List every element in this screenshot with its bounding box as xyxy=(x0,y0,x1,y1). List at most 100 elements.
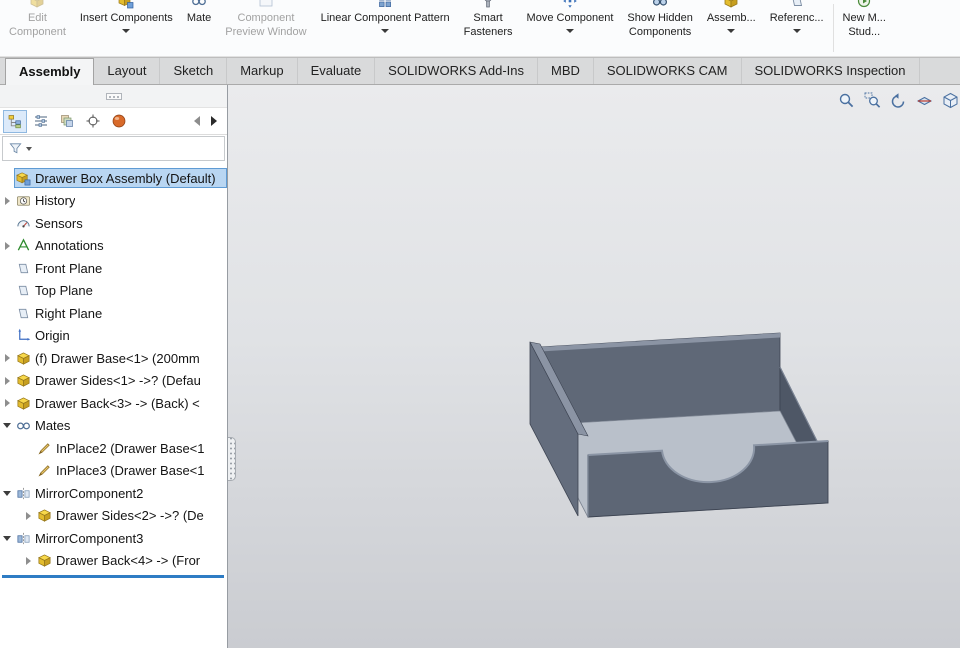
previous-view-icon[interactable] xyxy=(890,92,907,109)
tab-sketch[interactable]: Sketch xyxy=(160,58,228,84)
tree-item-right-plane[interactable]: Right Plane xyxy=(0,302,227,325)
tree-item-drawer-base-1[interactable]: (f) Drawer Base<1> (200mm xyxy=(0,347,227,370)
toolbar-button-label: Stud... xyxy=(848,26,881,38)
tree-item-label: Drawer Sides<2> ->? (De xyxy=(56,508,204,524)
panel-collapse-handle[interactable] xyxy=(228,437,236,481)
tab-configurationmanager[interactable] xyxy=(55,110,79,133)
toolbar-button-show-hidden-components[interactable]: Show Hidden Components xyxy=(620,0,699,56)
toolbar-button-smart-fasteners[interactable]: Smart Fasteners xyxy=(457,0,520,56)
part-icon xyxy=(16,373,32,388)
tree-item-sensors[interactable]: Sensors xyxy=(0,212,227,235)
expand-collapsed-icon[interactable] xyxy=(4,376,10,385)
reference-geometry-icon xyxy=(789,0,805,9)
command-manager-toolbar: Edit Component Insert Components Mate Co… xyxy=(0,0,960,57)
toolbar-button-label: Fasteners xyxy=(463,26,513,38)
toolbar-button-label: Component xyxy=(9,26,66,38)
toolbar-button-label: Smart xyxy=(473,12,503,24)
model-drawer-box[interactable] xyxy=(228,85,959,648)
toolbar-button-move-component[interactable]: Move Component xyxy=(520,0,621,56)
section-view-icon[interactable] xyxy=(916,92,933,109)
toolbar-button-label: Mate xyxy=(186,12,212,24)
expand-collapsed-icon[interactable] xyxy=(25,511,31,520)
toolbar-button-reference-geometry[interactable]: Referenc... xyxy=(763,0,831,56)
toolbar-button-mate[interactable]: Mate xyxy=(180,0,218,56)
tree-item-drawer-box-assembly[interactable]: Drawer Box Assembly (Default) xyxy=(0,167,227,190)
annotations-icon xyxy=(16,238,32,253)
tab-solidworks-add-ins[interactable]: SOLIDWORKS Add-Ins xyxy=(375,58,538,84)
dropdown-caret-icon[interactable] xyxy=(122,29,131,33)
graphics-area[interactable] xyxy=(228,85,960,648)
toolbar-button-insert-components[interactable]: Insert Components xyxy=(73,0,180,56)
tab-assembly[interactable]: Assembly xyxy=(5,58,95,85)
tree-item-drawer-back-4[interactable]: Drawer Back<4> -> (Fror xyxy=(0,550,227,573)
expand-collapsed-icon[interactable] xyxy=(4,399,10,408)
tree-item-front-plane[interactable]: Front Plane xyxy=(0,257,227,280)
dropdown-caret-icon[interactable] xyxy=(381,29,390,33)
tree-item-inplace2[interactable]: InPlace2 (Drawer Base<1 xyxy=(0,437,227,460)
commandmanager-tab-bar: Assembly Layout Sketch Markup Evaluate S… xyxy=(0,57,960,85)
expand-collapsed-icon[interactable] xyxy=(25,556,31,565)
tree-end-bar xyxy=(2,575,224,578)
mates-icon xyxy=(16,418,32,433)
plane-icon xyxy=(16,306,32,321)
toolbar-button-linear-component-pattern[interactable]: Linear Component Pattern xyxy=(314,0,457,56)
expand-collapsed-icon[interactable] xyxy=(4,241,10,250)
tree-item-inplace3[interactable]: InPlace3 (Drawer Base<1 xyxy=(0,460,227,483)
plane-icon xyxy=(16,261,32,276)
panel-splitter-grip-icon[interactable] xyxy=(105,92,122,100)
filter-caret-icon[interactable] xyxy=(26,146,32,151)
propertymanager-icon xyxy=(33,113,49,129)
tree-item-mates[interactable]: Mates xyxy=(0,415,227,438)
tree-item-mirrorcomponent3[interactable]: MirrorComponent3 xyxy=(0,527,227,550)
expand-expanded-icon[interactable] xyxy=(3,490,11,496)
tree-item-label: InPlace2 (Drawer Base<1 xyxy=(56,440,205,456)
toolbar-button-edit-component[interactable]: Edit Component xyxy=(2,0,73,56)
scroll-right-icon[interactable] xyxy=(211,116,217,126)
tree-item-top-plane[interactable]: Top Plane xyxy=(0,280,227,303)
mirror-component-icon xyxy=(16,486,32,501)
origin-icon xyxy=(16,328,32,343)
tree-item-drawer-sides-1[interactable]: Drawer Sides<1> ->? (Defau xyxy=(0,370,227,393)
toolbar-button-assembly-features[interactable]: Assemb... xyxy=(700,0,763,56)
panel-splitter[interactable] xyxy=(0,85,227,108)
tab-markup[interactable]: Markup xyxy=(227,58,298,84)
zoom-to-area-icon[interactable] xyxy=(864,92,881,109)
tree-item-label: Origin xyxy=(35,328,70,344)
dropdown-caret-icon[interactable] xyxy=(727,29,736,33)
expand-expanded-icon[interactable] xyxy=(3,423,11,429)
tree-item-drawer-sides-2[interactable]: Drawer Sides<2> ->? (De xyxy=(0,505,227,528)
dropdown-caret-icon[interactable] xyxy=(792,29,801,33)
dropdown-caret-icon[interactable] xyxy=(565,29,574,33)
inplace-mate-icon xyxy=(37,463,53,478)
tab-layout[interactable]: Layout xyxy=(94,58,161,84)
tree-filter-input[interactable] xyxy=(2,136,225,161)
tab-solidworks-cam[interactable]: SOLIDWORKS CAM xyxy=(594,58,742,84)
zoom-to-fit-icon[interactable] xyxy=(838,92,855,109)
tree-item-annotations[interactable]: Annotations xyxy=(0,235,227,258)
configurationmanager-icon xyxy=(59,113,75,129)
tab-displaymanager[interactable] xyxy=(107,110,131,133)
tree-item-label: History xyxy=(35,193,76,209)
view-orientation-icon[interactable] xyxy=(942,92,959,109)
tree-item-label: (f) Drawer Base<1> (200mm xyxy=(35,350,200,366)
scroll-left-icon[interactable] xyxy=(194,116,200,126)
tab-evaluate[interactable]: Evaluate xyxy=(298,58,376,84)
tree-item-mirrorcomponent2[interactable]: MirrorComponent2 xyxy=(0,482,227,505)
mate-icon xyxy=(191,0,207,9)
toolbar-button-component-preview-window[interactable]: Component Preview Window xyxy=(218,0,313,56)
toolbar-button-new-motion-study[interactable]: New M... Stud... xyxy=(836,0,893,56)
tab-mbd[interactable]: MBD xyxy=(538,58,594,84)
tree-item-drawer-back-3[interactable]: Drawer Back<3> -> (Back) < xyxy=(0,392,227,415)
tab-dimxpertmanager[interactable] xyxy=(81,110,105,133)
tab-solidworks-inspection[interactable]: SOLIDWORKS Inspection xyxy=(742,58,920,84)
expand-collapsed-icon[interactable] xyxy=(4,354,10,363)
history-icon xyxy=(16,193,32,208)
expand-collapsed-icon[interactable] xyxy=(4,196,10,205)
displaymanager-icon xyxy=(111,113,127,129)
expand-expanded-icon[interactable] xyxy=(3,535,11,541)
mirror-component-icon xyxy=(16,531,32,546)
tab-propertymanager[interactable] xyxy=(29,110,53,133)
tab-featuremanager-tree[interactable] xyxy=(3,109,27,133)
tree-item-origin[interactable]: Origin xyxy=(0,325,227,348)
tree-item-history[interactable]: History xyxy=(0,190,227,213)
